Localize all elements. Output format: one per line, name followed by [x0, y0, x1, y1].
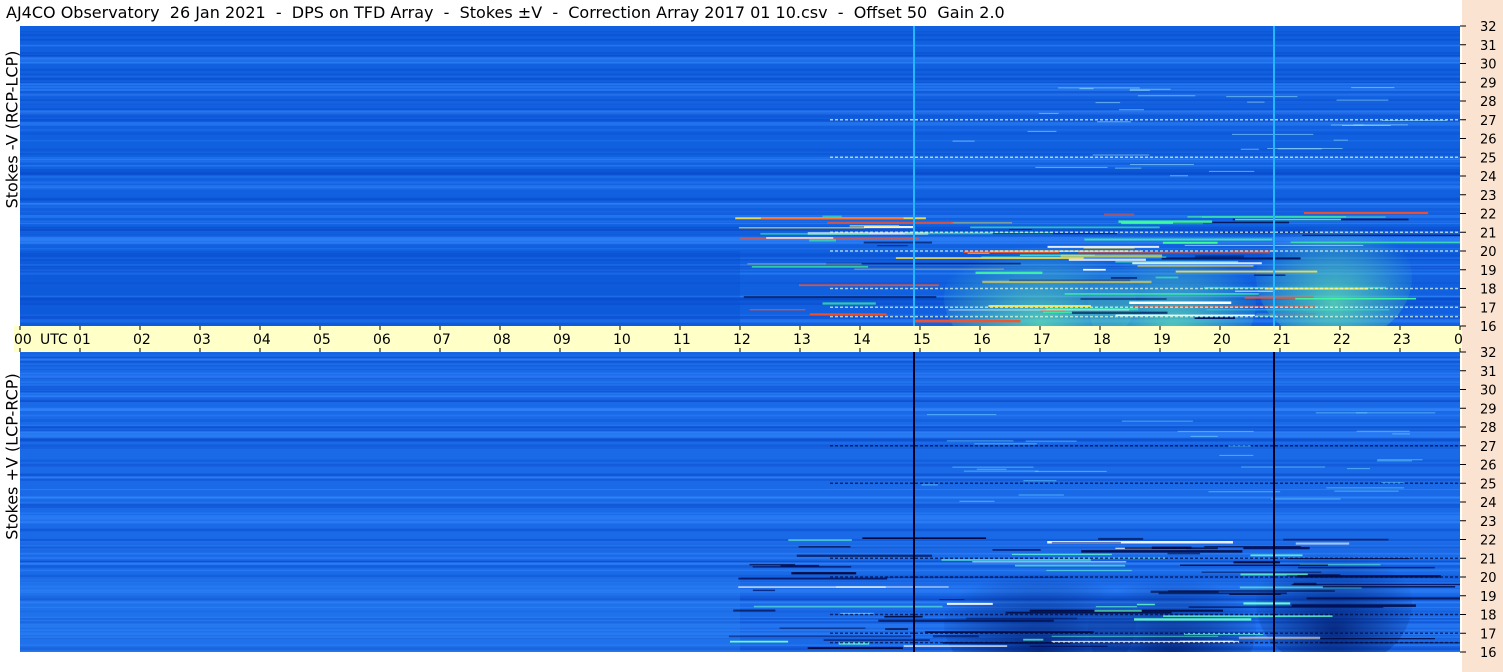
utc-tick-label: 19	[1153, 332, 1171, 348]
frequency-tick-label: 27	[1480, 114, 1497, 129]
frequency-tick-label: 22	[1480, 534, 1497, 549]
frequency-tick-label: 17	[1480, 627, 1497, 642]
utc-tick-label: 20	[1213, 332, 1231, 348]
frequency-tick-label: 27	[1480, 440, 1497, 455]
utc-tick-label: 12	[733, 332, 751, 348]
frequency-tick-label: 29	[1480, 76, 1497, 91]
utc-tick-label: 02	[133, 332, 151, 348]
frequency-tick-label: 25	[1480, 151, 1497, 166]
utc-time-axis: 00 01 02 03 04 05 06 07 08 09 10 11 12 13 14 15 16 17 18 19…	[14, 326, 1500, 352]
utc-tick-label: 21	[1273, 332, 1291, 348]
frequency-tick-label: 30	[1480, 384, 1497, 399]
top-plot-ylabel: Stokes -V (RCP-LCP)	[2, 50, 22, 209]
chart-title: AJ4CO Observatory 26 Jan 2021 - DPS on T…	[6, 3, 1005, 22]
stokes-plus-v-spectrogram	[20, 352, 1460, 652]
frequency-tick-label: 31	[1480, 365, 1497, 380]
frequency-tick-label: 31	[1480, 39, 1497, 54]
frequency-tick-label: 26	[1480, 133, 1497, 148]
frequency-tick-label: 28	[1480, 421, 1497, 436]
utc-axis-label: UTC	[40, 332, 68, 348]
frequency-tick-label: 16	[1480, 320, 1497, 332]
top-frequency-axis: 16 17 18 19 20 21 22 23 24 25 26 27 28 29 30 31 32	[1460, 20, 1497, 332]
frequency-tick-label: 18	[1480, 609, 1497, 624]
frequency-tick-label: 18	[1480, 283, 1497, 298]
frequency-tick-label: 26	[1480, 459, 1497, 474]
utc-tick-label: 18	[1093, 332, 1111, 348]
utc-tick-label: 04	[253, 332, 271, 348]
frequency-tick-label: 25	[1480, 477, 1497, 492]
frequency-tick-label: 30	[1480, 58, 1497, 73]
utc-tick-label: 16	[973, 332, 991, 348]
utc-tick-label: 14	[853, 332, 871, 348]
utc-tick-label: 06	[373, 332, 391, 348]
utc-tick-label: 11	[673, 332, 691, 348]
frequency-tick-label: 32	[1480, 346, 1497, 361]
frequency-tick-label: 24	[1480, 496, 1497, 511]
utc-tick-label: 07	[433, 332, 451, 348]
frequency-tick-label: 19	[1480, 264, 1497, 279]
utc-tick-label: 05	[313, 332, 331, 348]
frequency-tick-label: 21	[1480, 226, 1497, 241]
frequency-tick-label: 19	[1480, 590, 1497, 605]
frequency-tick-label: 28	[1480, 95, 1497, 110]
utc-tick-label: 15	[913, 332, 931, 348]
frequency-tick-label: 32	[1480, 20, 1497, 35]
utc-tick-label: 09	[553, 332, 571, 348]
frequency-tick-label: 17	[1480, 301, 1497, 316]
utc-tick-label: 13	[793, 332, 811, 348]
frequency-tick-label: 23	[1480, 515, 1497, 530]
utc-tick-label: 03	[193, 332, 211, 348]
utc-tick-label: 17	[1033, 332, 1051, 348]
frequency-tick-label: 20	[1480, 571, 1497, 586]
frequency-tick-label: 22	[1480, 208, 1497, 223]
frequency-tick-label: 20	[1480, 245, 1497, 260]
frequency-tick-label: 29	[1480, 402, 1497, 417]
frequency-tick-label: 23	[1480, 189, 1497, 204]
utc-tick-label: 22	[1333, 332, 1351, 348]
stokes-minus-v-spectrogram	[20, 26, 1460, 326]
utc-tick-label: 00	[14, 332, 32, 348]
utc-tick-label: 08	[493, 332, 511, 348]
utc-tick-label: 23	[1393, 332, 1411, 348]
frequency-tick-label: 16	[1480, 646, 1497, 658]
bottom-frequency-axis: 16 17 18 19 20 21 22 23 24 25 26 27 28 29 30 31 32	[1460, 346, 1497, 658]
utc-tick-label: 10	[613, 332, 631, 348]
utc-tick-label: 01	[73, 332, 91, 348]
frequency-tick-label: 21	[1480, 552, 1497, 567]
frequency-tick-label: 24	[1480, 170, 1497, 185]
